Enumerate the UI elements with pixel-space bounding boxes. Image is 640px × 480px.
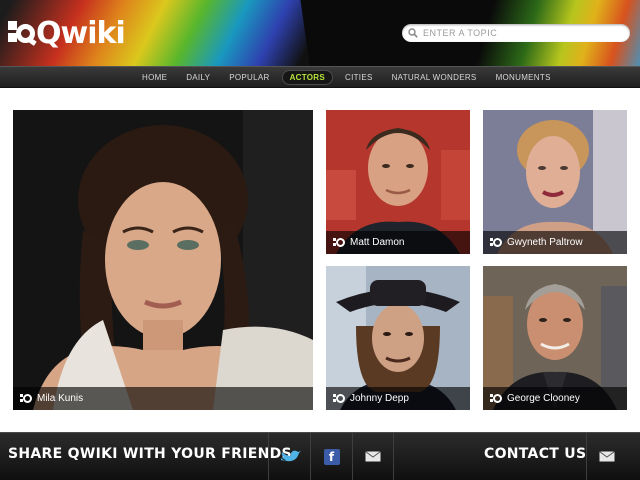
search-icon: [408, 28, 418, 38]
actors-grid: Mila Kunis Matt Damon Gwyneth Paltrow Jo…: [0, 88, 640, 432]
nav-item-cities[interactable]: CITIES: [338, 71, 380, 84]
portrait-photo: [13, 110, 313, 410]
mail-icon: [598, 451, 615, 462]
qwiki-mark-icon: [333, 393, 346, 404]
tile-caption: Johnny Depp: [326, 387, 470, 410]
search-box[interactable]: [402, 24, 630, 42]
tile-name: Mila Kunis: [37, 393, 84, 404]
qwiki-logo-icon: [8, 21, 37, 47]
topic-nav: HOME DAILY POPULAR ACTORS CITIES NATURAL…: [0, 66, 640, 88]
nav-item-home[interactable]: HOME: [135, 71, 174, 84]
twitter-icon: [280, 450, 301, 461]
qwiki-logo[interactable]: Qwiki: [8, 16, 126, 51]
share-label: SHARE QWIKI WITH YOUR FRIENDS: [8, 446, 292, 462]
topic-tile-johnny-depp[interactable]: Johnny Depp: [326, 266, 470, 410]
tile-name: Johnny Depp: [350, 393, 409, 404]
tile-caption: Mila Kunis: [13, 387, 313, 410]
tile-name: Matt Damon: [350, 237, 405, 248]
topic-tile-matt-damon[interactable]: Matt Damon: [326, 110, 470, 254]
twitter-share-button[interactable]: [268, 433, 310, 480]
facebook-share-button[interactable]: f: [310, 433, 352, 480]
facebook-icon: f: [323, 448, 340, 465]
nav-item-natural-wonders[interactable]: NATURAL WONDERS: [385, 71, 484, 84]
tile-name: George Clooney: [507, 393, 580, 404]
topic-tile-mila-kunis[interactable]: Mila Kunis: [13, 110, 313, 410]
qwiki-mark-icon: [490, 237, 503, 248]
tile-name: Gwyneth Paltrow: [507, 237, 583, 248]
nav-item-actors[interactable]: ACTORS: [281, 69, 334, 85]
qwiki-mark-icon: [20, 393, 33, 404]
tile-caption: Gwyneth Paltrow: [483, 231, 627, 254]
header: Qwiki: [0, 0, 640, 66]
search-input[interactable]: [423, 28, 623, 38]
qwiki-mark-icon: [490, 393, 503, 404]
qwiki-mark-icon: [333, 237, 346, 248]
topic-tile-george-clooney[interactable]: George Clooney: [483, 266, 627, 410]
footer-bar: SHARE QWIKI WITH YOUR FRIENDS f CONTACT …: [0, 432, 640, 480]
topic-tile-gwyneth-paltrow[interactable]: Gwyneth Paltrow: [483, 110, 627, 254]
email-share-button[interactable]: [352, 433, 394, 480]
mail-icon: [365, 451, 381, 462]
logo-text: Qwiki: [36, 16, 126, 51]
contact-email-button[interactable]: [586, 433, 626, 480]
nav-item-monuments[interactable]: MONUMENTS: [489, 71, 558, 84]
tile-caption: George Clooney: [483, 387, 627, 410]
nav-item-popular[interactable]: POPULAR: [222, 71, 276, 84]
contact-us-link[interactable]: CONTACT US: [484, 446, 586, 462]
tile-caption: Matt Damon: [326, 231, 470, 254]
nav-item-daily[interactable]: DAILY: [179, 71, 217, 84]
